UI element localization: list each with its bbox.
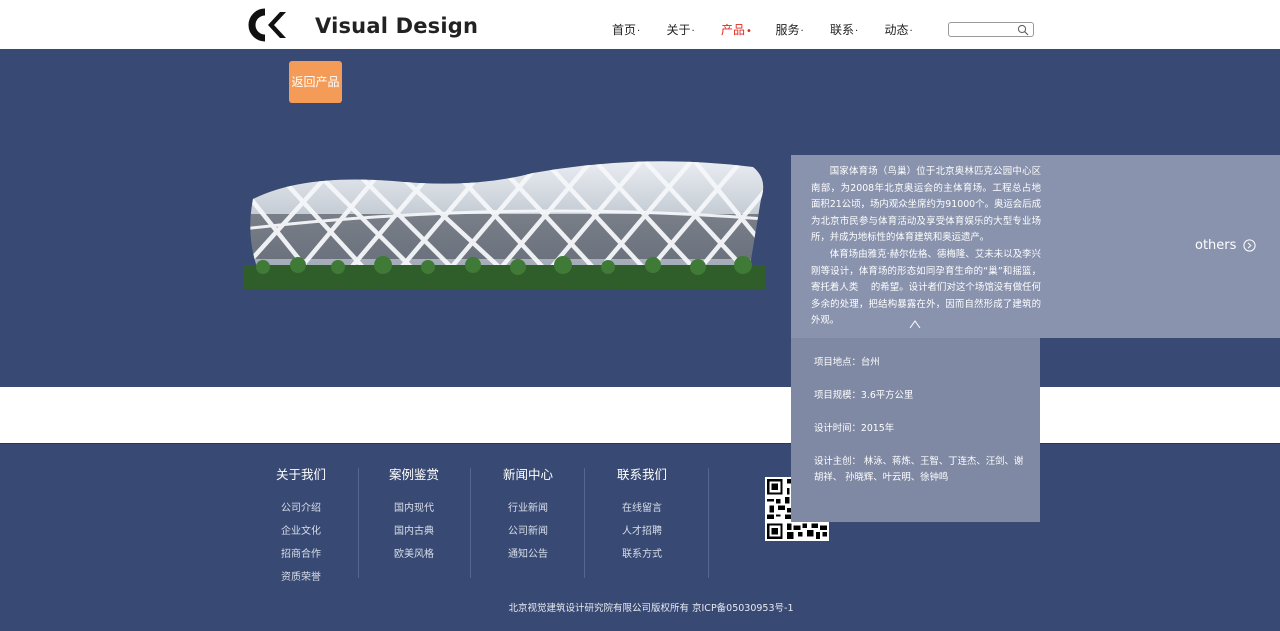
footer-col-cases: 案例鉴赏 国内现代 国内古典 欧美风格 xyxy=(383,464,445,566)
search-input[interactable] xyxy=(953,24,1017,35)
footer-col-title: 关于我们 xyxy=(275,467,326,482)
footer-col-about: 关于我们 公司介绍 企业文化 招商合作 资质荣誉 xyxy=(270,464,332,589)
footer-col-title: 联系我们 xyxy=(616,467,667,482)
footer-link[interactable]: 行业新闻 xyxy=(497,497,559,520)
back-to-products-button[interactable]: 返回产品 xyxy=(289,61,342,103)
footer-link[interactable]: 联系方式 xyxy=(611,543,673,566)
nav-item-products[interactable]: 产品• xyxy=(721,21,776,38)
logo-text[interactable]: Visual Design xyxy=(315,14,478,38)
main-nav: 首页· 关于· 产品• 服务· 联系· 动态· xyxy=(612,21,939,38)
nav-dot: · xyxy=(800,26,804,37)
page: Visual Design 首页· 关于· 产品• 服务· 联系· 动态· 返回… xyxy=(0,0,1280,631)
footer-col-news: 新闻中心 行业新闻 公司新闻 通知公告 xyxy=(497,464,559,566)
caret-up-icon[interactable] xyxy=(909,319,921,329)
content-gap xyxy=(0,387,1280,443)
footer-link[interactable]: 国内古典 xyxy=(383,520,445,543)
others-link[interactable]: others xyxy=(1195,238,1257,253)
nav-dot: · xyxy=(637,26,641,37)
footer-link[interactable]: 国内现代 xyxy=(383,497,445,520)
description-paragraph: 体育场由雅克·赫尔佐格、德梅隆、艾未未以及李兴刚等设计，体育场的形态如同孕育生命… xyxy=(811,248,1041,327)
nav-label: 动态 xyxy=(884,23,909,37)
nav-item-about[interactable]: 关于· xyxy=(667,21,722,38)
project-scale: 项目规模：3.6平方公里 xyxy=(814,390,914,401)
arrow-right-circle-icon xyxy=(1243,239,1257,252)
header: Visual Design 首页· 关于· 产品• 服务· 联系· 动态· xyxy=(0,0,1280,49)
project-designers: 设计主创： 林泳、蒋炼、王智、丁连杰、汪剑、谢胡祥、 孙晓辉、叶云明、徐钟鸣 xyxy=(814,456,1024,483)
footer-link[interactable]: 公司介绍 xyxy=(270,497,332,520)
footer-link[interactable]: 在线留言 xyxy=(611,497,673,520)
footer-divider xyxy=(584,468,585,578)
nav-item-home[interactable]: 首页· xyxy=(612,21,667,38)
footer-link[interactable]: 企业文化 xyxy=(270,520,332,543)
footer-divider xyxy=(470,468,471,578)
nav-dot: · xyxy=(909,26,913,37)
search-icon[interactable] xyxy=(1017,24,1029,36)
footer-divider xyxy=(708,468,709,578)
nav-label: 产品 xyxy=(721,23,746,37)
footer-link[interactable]: 资质荣誉 xyxy=(270,566,332,589)
footer-link[interactable]: 公司新闻 xyxy=(497,520,559,543)
logo-icon[interactable] xyxy=(243,8,287,42)
nav-label: 服务 xyxy=(775,23,800,37)
nav-label: 关于 xyxy=(666,23,691,37)
project-info-panel: 项目地点：台州 项目规模：3.6平方公里 设计时间：2015年 设计主创： 林泳… xyxy=(791,338,1040,522)
footer-col-title: 新闻中心 xyxy=(502,467,553,482)
description-paragraph: 国家体育场（鸟巢）位于北京奥林匹克公园中心区南部，为2008年北京奥运会的主体育… xyxy=(811,166,1041,244)
footer-link[interactable]: 招商合作 xyxy=(270,543,332,566)
footer-col-title: 案例鉴赏 xyxy=(388,467,439,482)
nav-item-contact[interactable]: 联系· xyxy=(830,21,885,38)
project-location: 项目地点：台州 xyxy=(814,357,880,368)
nav-label: 首页 xyxy=(612,23,637,37)
footer-link[interactable]: 欧美风格 xyxy=(383,543,445,566)
nav-item-news[interactable]: 动态· xyxy=(885,21,940,38)
footer: 关于我们 公司介绍 企业文化 招商合作 资质荣誉 案例鉴赏 国内现代 国内古典 … xyxy=(0,443,1280,631)
footer-col-contact: 联系我们 在线留言 人才招聘 联系方式 xyxy=(611,464,673,566)
footer-divider xyxy=(358,468,359,578)
footer-link[interactable]: 通知公告 xyxy=(497,543,559,566)
nav-label: 联系 xyxy=(830,23,855,37)
project-design-time: 设计时间：2015年 xyxy=(814,423,895,434)
nav-dot: · xyxy=(691,26,695,37)
stadium-image xyxy=(243,161,765,289)
nav-dot: • xyxy=(746,26,752,37)
nav-item-services[interactable]: 服务· xyxy=(776,21,831,38)
project-description-panel: 国家体育场（鸟巢）位于北京奥林匹克公园中心区南部，为2008年北京奥运会的主体育… xyxy=(791,155,1280,338)
search-box xyxy=(948,22,1034,37)
project-description: 国家体育场（鸟巢）位于北京奥林匹克公园中心区南部，为2008年北京奥运会的主体育… xyxy=(811,164,1041,330)
footer-link[interactable]: 人才招聘 xyxy=(611,520,673,543)
others-label: others xyxy=(1195,238,1237,253)
copyright-text: 北京视觉建筑设计研究院有限公司版权所有 京ICP备05030953号-1 xyxy=(508,603,794,614)
nav-dot: · xyxy=(855,26,859,37)
